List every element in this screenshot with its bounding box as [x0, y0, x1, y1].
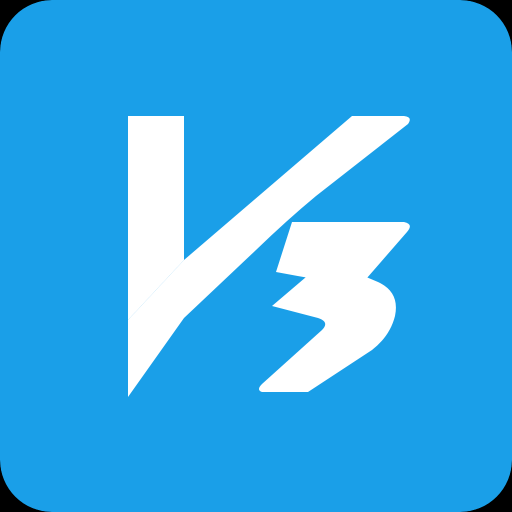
app-icon-svg [0, 0, 512, 512]
app-icon [0, 0, 512, 512]
icon-background [0, 0, 512, 512]
